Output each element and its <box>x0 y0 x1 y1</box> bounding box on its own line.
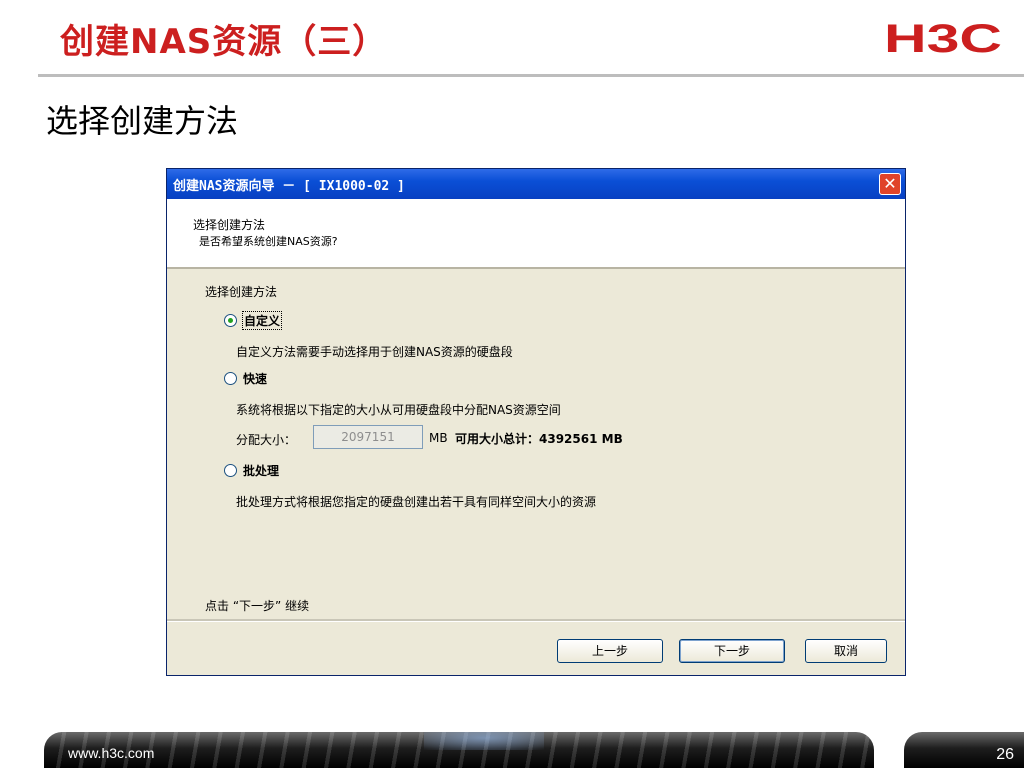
wizard-body: 选择创建方法 自定义 自定义方法需要手动选择用于创建NAS资源的硬盘段 快速 系… <box>167 269 905 615</box>
cancel-button[interactable]: 取消 <box>805 639 887 663</box>
wizard-header-panel: 选择创建方法 是否希望系统创建NAS资源? <box>167 199 905 269</box>
button-bar-divider <box>167 619 905 622</box>
radio-custom[interactable] <box>224 314 237 327</box>
dialog-titlebar[interactable]: 创建NAS资源向导 － [ IX1000-02 ] ✕ <box>167 169 905 199</box>
back-button[interactable]: 上一步 <box>557 639 663 663</box>
method-group-label: 选择创建方法 <box>205 285 278 299</box>
wizard-step-title: 选择创建方法 <box>193 218 266 232</box>
dialog-title: 创建NAS资源向导 － [ IX1000-02 ] <box>173 179 405 194</box>
footer-glow <box>424 732 544 750</box>
page-number-band: 26 <box>904 732 1024 768</box>
h3c-logo-text: H3C <box>884 18 1002 58</box>
option-batch-description: 批处理方式将根据您指定的硬盘创建出若干具有同样空间大小的资源 <box>236 495 597 509</box>
continue-hint: 点击 “下一步” 继续 <box>205 599 310 613</box>
next-button[interactable]: 下一步 <box>679 639 785 663</box>
footer-url: www.h3c.com <box>68 745 155 761</box>
footer-band: www.h3c.com <box>44 732 874 768</box>
allocation-unit: MB <box>429 431 448 445</box>
available-total: 可用大小总计：4392561 MB <box>455 432 623 446</box>
option-quick-description: 系统将根据以下指定的大小从可用硬盘段中分配NAS资源空间 <box>236 403 561 417</box>
nas-wizard-dialog: 创建NAS资源向导 － [ IX1000-02 ] ✕ 选择创建方法 是否希望系… <box>166 168 906 676</box>
option-quick-label[interactable]: 快速 <box>243 370 267 387</box>
radio-quick[interactable] <box>224 372 237 385</box>
option-custom-label[interactable]: 自定义 <box>241 311 283 330</box>
wizard-step-subtitle: 是否希望系统创建NAS资源? <box>199 235 338 248</box>
header-divider <box>38 74 1024 77</box>
radio-batch[interactable] <box>224 464 237 477</box>
close-icon[interactable]: ✕ <box>879 173 901 195</box>
section-heading: 选择创建方法 <box>46 102 239 140</box>
allocation-size-label: 分配大小： <box>236 433 297 447</box>
allocation-size-input[interactable] <box>313 425 423 449</box>
option-batch-label[interactable]: 批处理 <box>243 462 279 479</box>
page-number: 26 <box>996 746 1014 763</box>
slide-title: 创建NAS资源（三） <box>60 22 388 62</box>
option-custom-description: 自定义方法需要手动选择用于创建NAS资源的硬盘段 <box>236 345 513 359</box>
h3c-logo: H3C <box>884 18 1002 58</box>
